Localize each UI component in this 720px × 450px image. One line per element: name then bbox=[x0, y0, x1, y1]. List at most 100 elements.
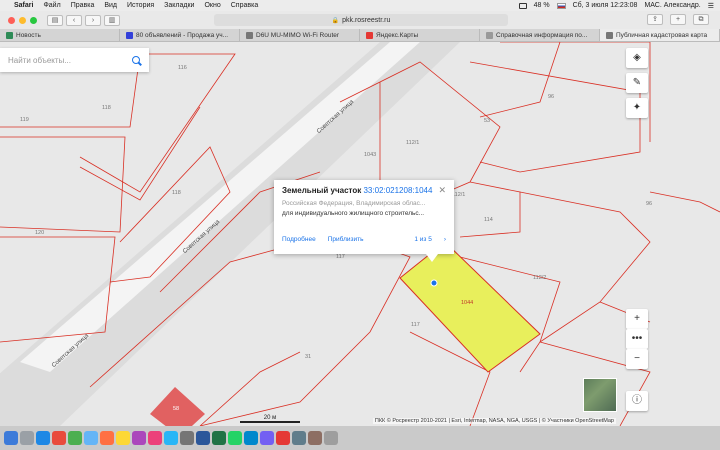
tab-label: Справочная информация по... bbox=[496, 31, 588, 39]
menu-view[interactable]: Вид bbox=[104, 2, 117, 9]
minimap-thumbnail[interactable] bbox=[583, 378, 617, 412]
music-icon[interactable] bbox=[148, 431, 162, 445]
close-icon[interactable]: ✕ bbox=[438, 185, 446, 196]
popup-address: Российская Федерация, Владимирская облас… bbox=[282, 200, 426, 207]
cadastral-number-link[interactable]: 33:02:021208:1044 bbox=[363, 186, 432, 195]
tab-label: 80 объявлений - Продажа уч... bbox=[136, 31, 229, 39]
tab-cadastral-map[interactable]: Публичная кадастровая карта bbox=[600, 29, 720, 41]
popup-title-text: Земельный участок bbox=[282, 186, 362, 195]
tab-router[interactable]: D6U MU-MIMO Wi-Fi Router bbox=[240, 29, 360, 41]
parcel-label: 1043 bbox=[364, 152, 377, 158]
zoom-to-link[interactable]: Приблизить bbox=[328, 236, 364, 243]
measure-button[interactable]: ✎ bbox=[626, 73, 648, 93]
parcel-label: 96 bbox=[548, 94, 555, 100]
forward-icon[interactable]: › bbox=[85, 14, 101, 26]
minimize-window-button[interactable] bbox=[19, 16, 26, 24]
settings-icon[interactable] bbox=[180, 431, 194, 445]
plus-icon: + bbox=[634, 313, 640, 324]
safari-icon[interactable] bbox=[36, 431, 50, 445]
close-window-button[interactable] bbox=[8, 16, 15, 24]
control-center-icon[interactable]: ☰ bbox=[708, 2, 714, 10]
tab-reference[interactable]: Справочная информация по... bbox=[480, 29, 600, 41]
menu-history[interactable]: История bbox=[127, 2, 154, 9]
popup-pager[interactable]: 1 из 5 bbox=[414, 236, 431, 243]
menu-file[interactable]: Файл bbox=[43, 2, 60, 9]
search-icon[interactable] bbox=[132, 55, 141, 65]
status-area: 48 % Сб, 3 июля 12:23:08 МАС. Александр.… bbox=[518, 2, 714, 10]
tab-yandex-maps[interactable]: Яндекс.Карты bbox=[360, 29, 480, 41]
mail-icon[interactable] bbox=[84, 431, 98, 445]
parcel-label: 96 bbox=[646, 201, 653, 207]
downloads-icon[interactable] bbox=[308, 431, 322, 445]
parcel-label: 112/2 bbox=[533, 275, 547, 281]
popup-usage: для индивидуального жилищного строительс… bbox=[282, 210, 425, 217]
lock-icon: 🔒 bbox=[331, 17, 340, 24]
battery-text: 48 % bbox=[533, 2, 550, 9]
notes-icon[interactable] bbox=[116, 431, 130, 445]
toolbar-right: ⇪ + ⧉ bbox=[647, 14, 712, 25]
launchpad-icon[interactable] bbox=[20, 431, 34, 445]
tab-router-favicon-icon bbox=[246, 31, 253, 39]
parcel-label: 118 bbox=[102, 105, 111, 111]
battery-icon[interactable] bbox=[518, 2, 527, 9]
word-icon[interactable] bbox=[196, 431, 210, 445]
dock bbox=[0, 426, 720, 450]
trash-icon[interactable] bbox=[324, 431, 338, 445]
zoom-more-button[interactable]: ••• bbox=[626, 329, 648, 349]
tab-reference-favicon-icon bbox=[486, 31, 493, 39]
menu-bookmarks[interactable]: Закладки bbox=[164, 2, 194, 9]
app-window: Safari Файл Правка Вид История Закладки … bbox=[0, 0, 720, 450]
cadastral-map[interactable]: 116 118 119 118 120 96 53 1043 112/1 112… bbox=[0, 42, 720, 426]
facetime-icon[interactable] bbox=[68, 431, 82, 445]
new-tab-icon[interactable]: + bbox=[670, 14, 686, 25]
viber-icon[interactable] bbox=[260, 431, 274, 445]
layers-button[interactable]: ◈ bbox=[626, 48, 648, 68]
app-store-icon[interactable] bbox=[164, 431, 178, 445]
menu-window[interactable]: Окно bbox=[204, 2, 220, 9]
tabs-icon[interactable]: ⧉ bbox=[693, 14, 709, 25]
calendar-icon[interactable] bbox=[100, 431, 114, 445]
info-icon: ⓘ bbox=[632, 395, 642, 406]
photos-icon[interactable] bbox=[52, 431, 66, 445]
menu-edit[interactable]: Правка bbox=[71, 2, 95, 9]
search-box[interactable]: Найти объекты... bbox=[0, 48, 149, 72]
parcel-label: 112/1 bbox=[452, 192, 466, 198]
finder-icon[interactable] bbox=[4, 431, 18, 445]
input-source-icon[interactable] bbox=[556, 2, 566, 9]
clock-text[interactable]: Сб, 3 июля 12:23:08 bbox=[573, 2, 638, 9]
telegram-icon[interactable] bbox=[244, 431, 258, 445]
menu-help[interactable]: Справка bbox=[231, 2, 258, 9]
tab-yandex-favicon-icon bbox=[366, 31, 373, 39]
menu-bar: Safari Файл Правка Вид История Закладки … bbox=[0, 0, 720, 11]
whatsapp-icon[interactable] bbox=[228, 431, 242, 445]
tab-listings[interactable]: 80 объявлений - Продажа уч... bbox=[120, 29, 240, 41]
locate-button[interactable]: ✦ bbox=[626, 98, 648, 118]
chevron-right-icon[interactable]: › bbox=[444, 236, 446, 243]
badge-label: 58 bbox=[173, 406, 180, 412]
parcel-label: 112/1 bbox=[406, 140, 420, 146]
tab-label: Яндекс.Карты bbox=[376, 31, 419, 39]
tab-news[interactable]: Новость bbox=[0, 29, 120, 41]
locate-icon: ✦ bbox=[632, 102, 642, 113]
address-bar[interactable]: 🔒 pkk.rosreestr.ru bbox=[214, 14, 508, 26]
info-button[interactable]: ⓘ bbox=[626, 391, 648, 411]
preview-icon[interactable] bbox=[292, 431, 306, 445]
sidebar-toggle-icon[interactable]: ▤ bbox=[47, 14, 63, 26]
tab-overview-icon[interactable]: ▥ bbox=[104, 14, 120, 26]
tab-cadastral-favicon-icon bbox=[606, 31, 613, 39]
search-input[interactable]: Найти объекты... bbox=[8, 56, 71, 65]
more-details-link[interactable]: Подробнее bbox=[282, 236, 316, 243]
back-icon[interactable]: ‹ bbox=[66, 14, 82, 26]
tab-label: D6U MU-MIMO Wi-Fi Router bbox=[256, 31, 340, 39]
share-icon[interactable]: ⇪ bbox=[647, 14, 663, 25]
url-text: pkk.rosreestr.ru bbox=[342, 16, 391, 24]
user-name[interactable]: МАС. Александр. bbox=[644, 2, 700, 9]
parcel-label: 53 bbox=[484, 118, 491, 124]
zoom-out-button[interactable]: − bbox=[626, 349, 648, 369]
zoom-in-button[interactable]: + bbox=[626, 309, 648, 329]
podcasts-icon[interactable] bbox=[132, 431, 146, 445]
menu-app-name[interactable]: Safari bbox=[14, 2, 33, 9]
zoom-window-button[interactable] bbox=[30, 16, 37, 24]
anydesk-icon[interactable] bbox=[276, 431, 290, 445]
excel-icon[interactable] bbox=[212, 431, 226, 445]
